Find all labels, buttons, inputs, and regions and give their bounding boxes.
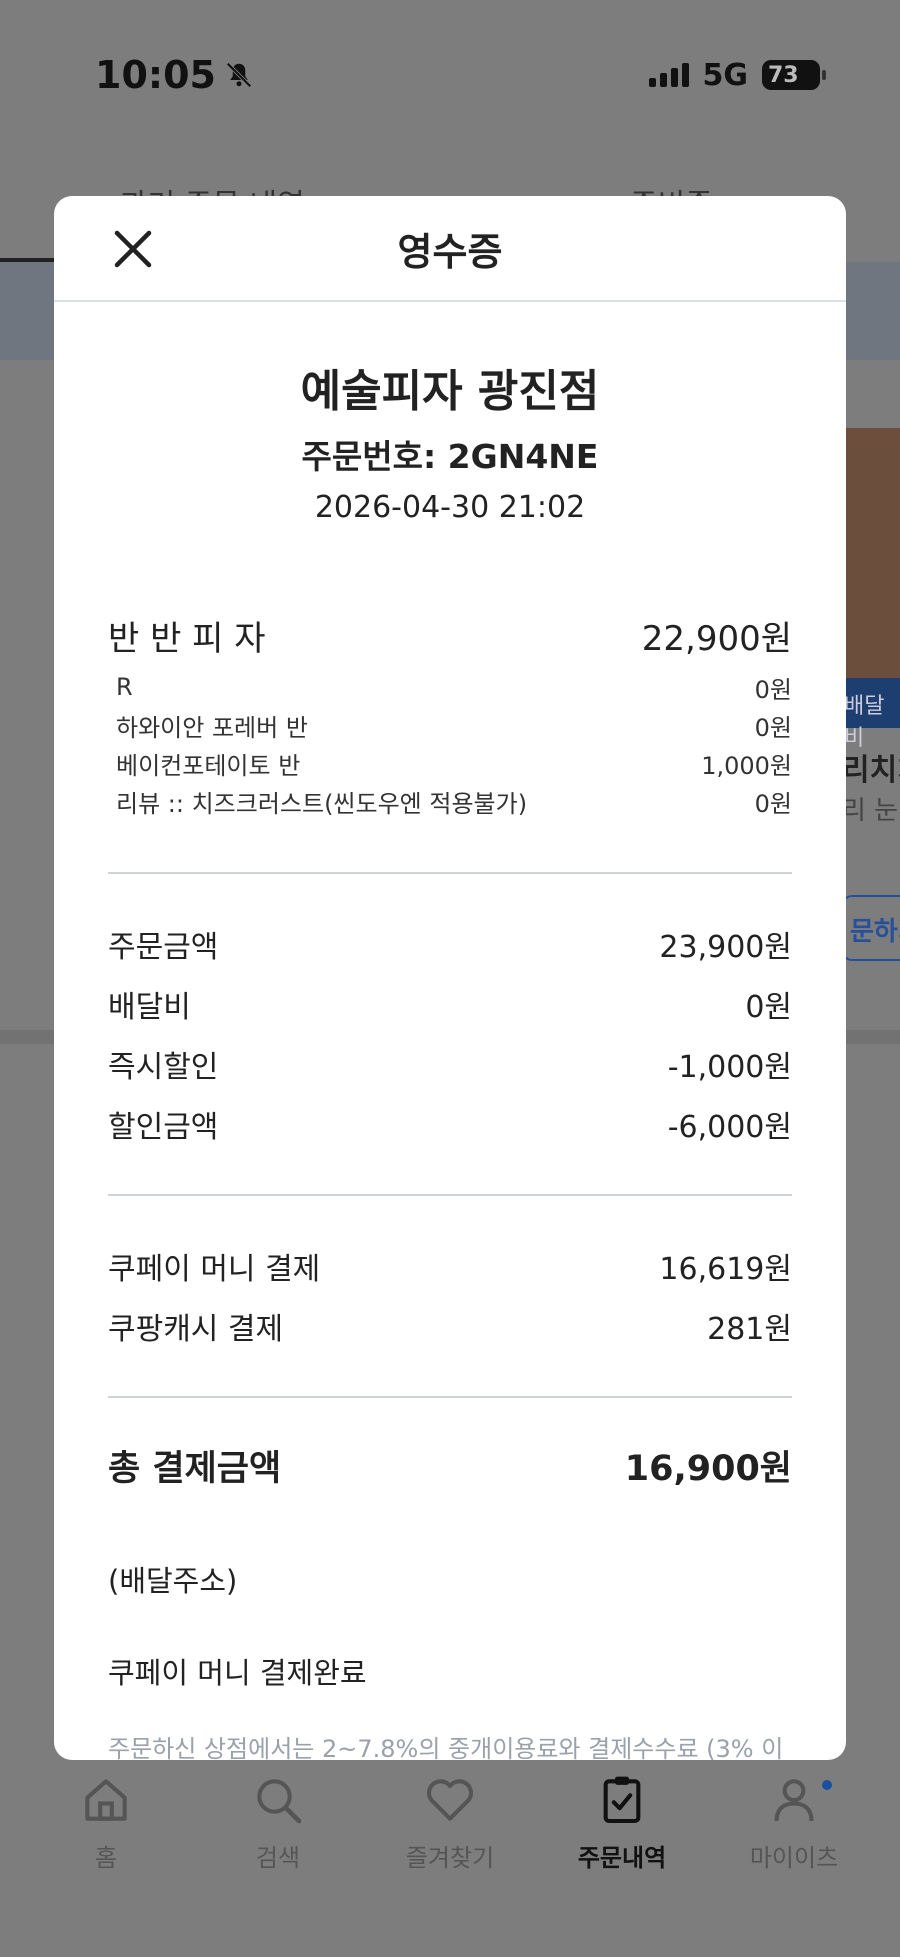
option-price: 0원 — [754, 675, 792, 704]
card-subtitle: 리 눈 — [842, 796, 899, 826]
store-name: 예술피자 광진점 — [300, 366, 600, 417]
network-type: 5G — [702, 57, 749, 93]
nav-my-eats-label: 마이이츠 — [749, 1844, 839, 1872]
menu-item-price: 22,900원 — [641, 619, 792, 659]
nav-orders[interactable]: 주문내역 — [542, 1772, 702, 1957]
amount-row: 배달비 0원 — [108, 974, 792, 1034]
option-name: 베이컨포테이토 반 — [116, 751, 301, 780]
nav-my-eats[interactable]: 마이이츠 — [714, 1772, 874, 1957]
amount-row: 즉시할인 -1,000원 — [108, 1034, 792, 1094]
modal-header: 영수증 — [54, 196, 846, 302]
option-row: 하와이안 포레버 반 0원 — [116, 706, 792, 744]
amount-label: 배달비 — [108, 990, 191, 1025]
status-time-text: 10:05 — [95, 53, 216, 97]
nav-favorites-label: 즐겨찾기 — [405, 1844, 495, 1872]
amount-value: 0원 — [745, 990, 792, 1025]
payment-row: 쿠팡캐시 결제 281원 — [108, 1296, 792, 1356]
close-icon[interactable] — [110, 226, 156, 272]
delivery-address: (배달주소) — [108, 1564, 238, 1598]
option-price: 0원 — [754, 789, 792, 818]
payment-row: 쿠페이 머니 결제 16,619원 — [108, 1236, 792, 1296]
heart-icon — [426, 1779, 474, 1821]
person-icon — [774, 1779, 814, 1822]
divider — [108, 872, 792, 874]
total-row: 총 결제금액 16,900원 — [108, 1432, 792, 1498]
option-price: 0원 — [754, 713, 792, 742]
amount-label: 할인금액 — [108, 1110, 219, 1145]
fee-notice: 주문하신 상점에서는 2~7.8%의 중개이용료와 결제수수료 (3% 이내),… — [108, 1735, 784, 1760]
search-icon — [257, 1779, 302, 1824]
menu-item-name: 반 반 피 자 — [108, 619, 266, 659]
status-indicators: 5G 73 — [648, 57, 826, 93]
notification-dot — [822, 1780, 832, 1790]
option-row: 리뷰 :: 치즈크러스트(씬도우엔 적용불가) 0원 — [116, 782, 792, 820]
payment-value: 281원 — [707, 1312, 792, 1347]
nav-favorites[interactable]: 즐겨찾기 — [370, 1772, 530, 1957]
battery-level: 73 — [768, 62, 799, 88]
option-name: 하와이안 포레버 반 — [116, 713, 308, 742]
modal-title: 영수증 — [397, 229, 503, 274]
amount-label: 즉시할인 — [108, 1050, 219, 1085]
nav-orders-label: 주문내역 — [577, 1844, 667, 1872]
store-info: 예술피자 광진점 주문번호: 2GN4NE 2026-04-30 21:02 — [108, 364, 792, 525]
option-name: R — [116, 673, 133, 701]
order-clipboard-icon — [603, 1776, 641, 1824]
card-action-button[interactable]: 문하기 — [842, 895, 900, 961]
payment-section: 쿠페이 머니 결제 16,619원 쿠팡캐시 결제 281원 — [108, 1236, 792, 1356]
nav-home-label: 홈 — [94, 1844, 118, 1872]
amount-section: 주문금액 23,900원 배달비 0원 즉시할인 -1,000원 할인금액 -6… — [108, 914, 792, 1154]
payment-label: 쿠팡캐시 결제 — [108, 1312, 284, 1347]
receipt-modal: 영수증 예술피자 광진점 주문번호: 2GN4NE 2026-04-30 21:… — [54, 196, 846, 1760]
bell-muted-icon — [226, 62, 252, 88]
nav-search[interactable]: 검색 — [198, 1772, 358, 1957]
nav-home[interactable]: 홈 — [26, 1772, 186, 1957]
payment-label: 쿠페이 머니 결제 — [108, 1252, 321, 1287]
delivery-badge: 배달비 — [840, 678, 900, 751]
amount-row: 주문금액 23,900원 — [108, 914, 792, 974]
home-icon — [85, 1779, 127, 1821]
payment-value: 16,619원 — [659, 1252, 792, 1287]
amount-label: 주문금액 — [108, 930, 219, 965]
signal-icon — [648, 63, 689, 87]
status-bar: 10:05 5G 73 — [0, 0, 900, 150]
total-label: 총 결제금액 — [108, 1448, 282, 1489]
card-title: 리치치킨 — [842, 753, 900, 788]
menu-item: 반 반 피 자 22,900원 — [108, 611, 792, 660]
order-number: 주문번호: 2GN4NE — [301, 437, 599, 476]
payment-status: 쿠페이 머니 결제완료 — [108, 1656, 367, 1690]
divider — [108, 1396, 792, 1398]
amount-row: 할인금액 -6,000원 — [108, 1094, 792, 1154]
divider — [108, 1194, 792, 1196]
nav-search-label: 검색 — [255, 1844, 301, 1872]
receipt-body: 예술피자 광진점 주문번호: 2GN4NE 2026-04-30 21:02 반… — [54, 364, 846, 1760]
status-time: 10:05 — [95, 53, 254, 97]
amount-value: 23,900원 — [659, 930, 792, 965]
total-value: 16,900원 — [624, 1448, 792, 1489]
amount-value: -6,000원 — [667, 1110, 792, 1145]
option-name: 리뷰 :: 치즈크러스트(씬도우엔 적용불가) — [116, 789, 528, 818]
option-list: R 0원 하와이안 포레버 반 0원 베이컨포테이토 반 1,000원 리뷰 :… — [108, 668, 792, 820]
amount-value: -1,000원 — [667, 1050, 792, 1085]
option-price: 1,000원 — [701, 751, 792, 780]
bottom-navigation: 홈 검색 즐겨찾기 주문내역 마이이츠 — [0, 1757, 900, 1957]
option-row: 베이컨포테이토 반 1,000원 — [116, 744, 792, 782]
battery-icon: 73 — [762, 60, 826, 90]
order-datetime: 2026-04-30 21:02 — [314, 490, 586, 525]
option-row: R 0원 — [116, 668, 792, 706]
